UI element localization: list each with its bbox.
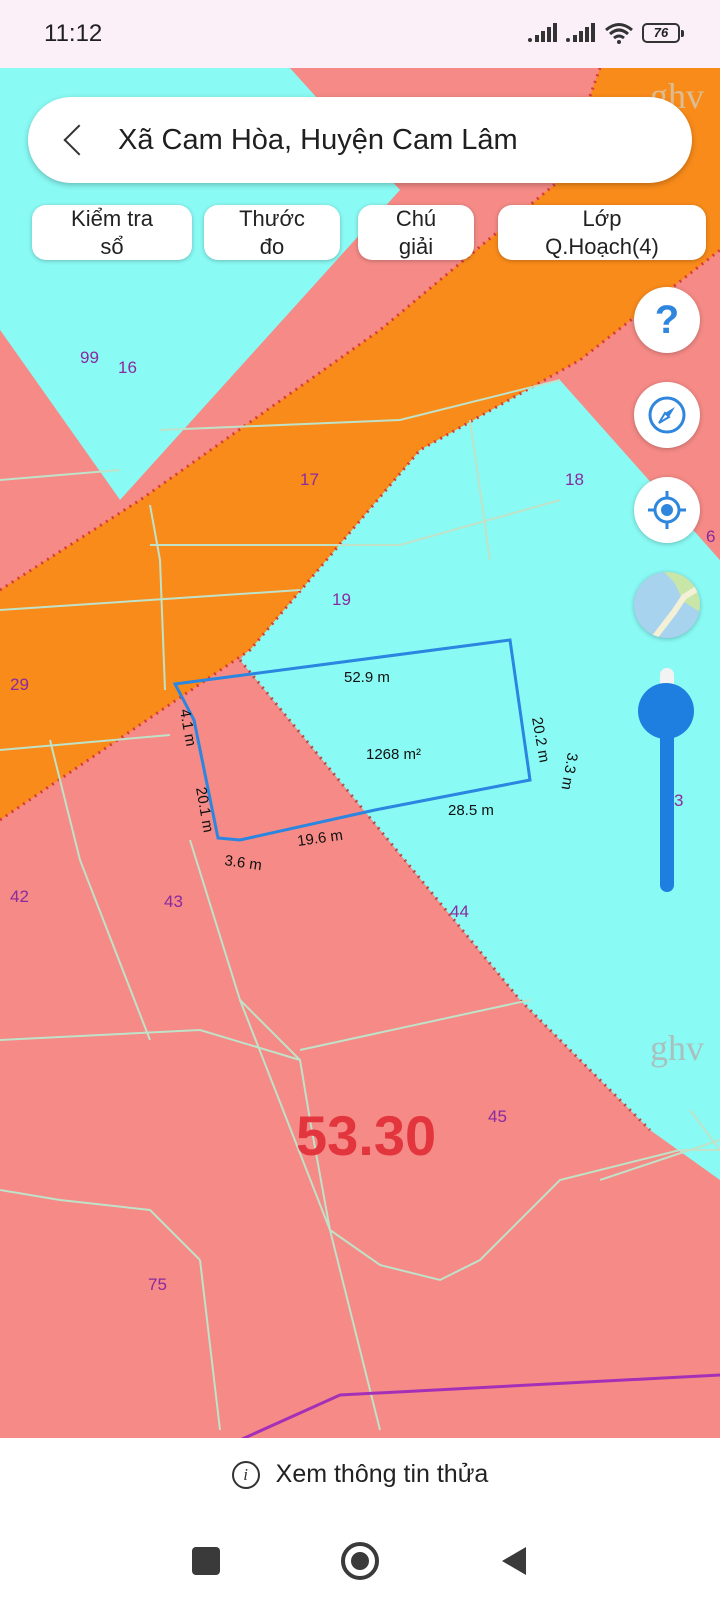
parcel-number: 6 xyxy=(706,527,715,546)
chip-label-line1: Thước xyxy=(239,206,305,231)
battery-icon: 76 xyxy=(642,23,684,43)
base-map-button[interactable] xyxy=(634,572,700,638)
map-canvas[interactable]: ghv ghv 99 16 17 18 19 29 42 43 44 45 75… xyxy=(0,68,720,1438)
check-book-button[interactable]: Kiểm tra sổ xyxy=(32,205,192,260)
parcel-number: 75 xyxy=(148,1275,167,1294)
chip-label-line2: sổ xyxy=(100,234,124,259)
parcel-number: 42 xyxy=(10,887,29,906)
recent-apps-icon[interactable] xyxy=(192,1547,220,1575)
status-icons: 76 xyxy=(528,18,684,48)
watermark-bottom: ghv xyxy=(650,1028,704,1068)
ruler-button[interactable]: Thước đo xyxy=(204,205,340,260)
signal-icon xyxy=(528,23,557,42)
help-icon: ? xyxy=(654,298,680,342)
chip-label-line2: Q.Hoạch(4) xyxy=(545,234,659,259)
status-time: 11:12 xyxy=(44,20,103,47)
crosshair-icon xyxy=(648,491,686,529)
help-button[interactable]: ? xyxy=(634,287,700,353)
home-icon-dot xyxy=(351,1552,369,1570)
wifi-icon xyxy=(605,23,633,44)
back-chevron-icon[interactable] xyxy=(63,124,95,156)
legend-button[interactable]: Chú giải xyxy=(358,205,474,260)
measurement-top: 52.9 m xyxy=(344,669,390,686)
chip-label-line1: Lớp xyxy=(582,206,622,231)
parcel-number: 3 xyxy=(674,791,683,810)
parcel-number: 99 xyxy=(80,348,99,367)
zone-value-label: 53.30 xyxy=(296,1104,436,1167)
my-location-button[interactable] xyxy=(634,477,700,543)
parcel-number: 18 xyxy=(565,470,584,489)
compass-button[interactable] xyxy=(634,382,700,448)
chip-label-line2: đo xyxy=(259,234,285,259)
chip-label-line1: Chú xyxy=(395,206,437,231)
status-bar: 11:12 76 xyxy=(0,0,720,68)
zoom-slider-top xyxy=(660,668,674,684)
view-parcel-info-button[interactable]: Xem thông tin thửa xyxy=(276,1460,489,1489)
compass-icon xyxy=(648,396,686,434)
parcel-number: 16 xyxy=(118,358,137,377)
parcel-number: 45 xyxy=(488,1107,507,1126)
zoom-slider-knob[interactable] xyxy=(638,683,694,739)
parcel-number: 44 xyxy=(450,902,469,921)
search-bar[interactable]: Xã Cam Hòa, Huyện Cam Lâm xyxy=(28,97,692,183)
parcel-number: 19 xyxy=(332,590,351,609)
chip-label-line1: Kiểm tra xyxy=(71,206,153,231)
parcel-number: 43 xyxy=(164,892,183,911)
back-icon[interactable] xyxy=(502,1547,526,1575)
signal-icon-2 xyxy=(566,23,595,42)
chip-label-line2: giải xyxy=(398,234,434,259)
measurement-bottom-right: 28.5 m xyxy=(448,802,494,819)
parcel-number: 17 xyxy=(300,470,319,489)
info-icon: i xyxy=(231,1460,260,1489)
location-title: Xã Cam Hòa, Huyện Cam Lâm xyxy=(118,123,518,156)
parcel-info-panel[interactable]: i Xem thông tin thửa xyxy=(0,1438,720,1511)
map-view[interactable]: ghv ghv 99 16 17 18 19 29 42 43 44 45 75… xyxy=(0,68,720,1438)
layer-button[interactable]: Lớp Q.Hoạch(4) xyxy=(498,205,706,260)
parcel-number: 29 xyxy=(10,675,29,694)
measurement-area: 1268 m² xyxy=(366,746,421,763)
map-layer-icon xyxy=(634,572,700,638)
